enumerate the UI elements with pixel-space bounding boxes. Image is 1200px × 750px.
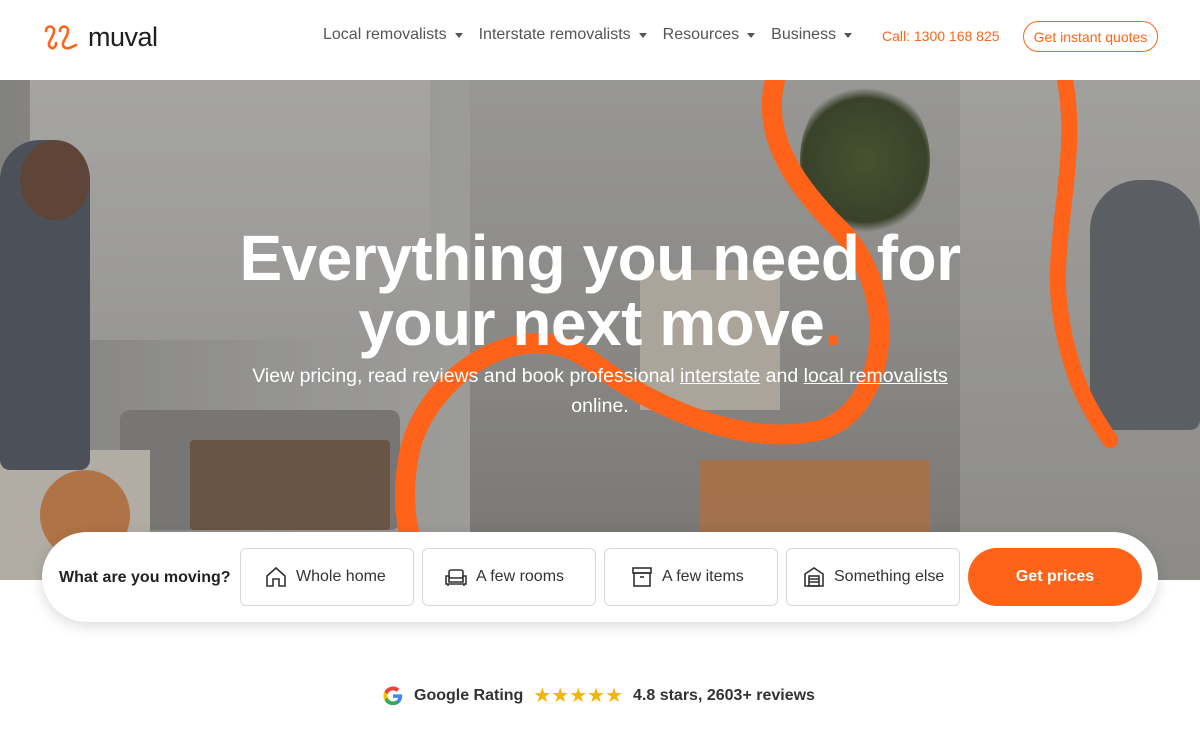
google-rating-label: Google Rating	[414, 687, 524, 704]
star-icon: ★	[569, 685, 588, 707]
nav-resources[interactable]: Resources	[662, 26, 756, 44]
nav-local-removalists[interactable]: Local removalists	[323, 26, 463, 44]
logo-text: muval	[88, 22, 158, 52]
chevron-down-icon	[747, 32, 756, 38]
option-whole-home-label: Whole home	[296, 568, 386, 585]
option-a-few-items[interactable]: A few items	[604, 548, 778, 606]
call-phone-link[interactable]: Call: 1300 168 825	[882, 28, 1000, 44]
rating-summary: 4.8 stars, 2603+ reviews	[633, 687, 815, 704]
nav-resources-label: Resources	[662, 26, 740, 43]
nav-business[interactable]: Business	[771, 26, 853, 44]
chevron-down-icon	[638, 32, 647, 38]
hero-section: Everything you need for your next move. …	[0, 80, 1200, 580]
hero-subtitle-text: and	[760, 365, 804, 387]
nav-interstate-removalists[interactable]: Interstate removalists	[479, 26, 647, 44]
hero-title-line-1: Everything you need for	[239, 222, 961, 294]
hero-subtitle-text: online.	[571, 395, 629, 417]
option-a-few-rooms[interactable]: A few rooms	[422, 548, 596, 606]
star-icon: ★	[605, 685, 624, 707]
chevron-down-icon	[844, 32, 853, 38]
option-something-else-label: Something else	[834, 568, 945, 585]
chevron-down-icon	[454, 32, 463, 38]
star-icon: ★	[533, 685, 552, 707]
storage-icon	[804, 567, 824, 587]
interstate-link[interactable]: interstate	[680, 365, 760, 387]
star-icon: ★	[587, 685, 606, 707]
moving-type-selector: What are you moving? Whole home A few ro…	[42, 532, 1158, 622]
google-rating: Google Rating ★ ★ ★ ★ ★ 4.8 stars, 2603+…	[382, 684, 815, 708]
get-prices-button[interactable]: Get prices	[968, 548, 1142, 606]
star-rating: ★ ★ ★ ★ ★	[533, 686, 623, 706]
nav-interstate-removalists-label: Interstate removalists	[478, 26, 631, 43]
muval-logo[interactable]: muval	[42, 22, 158, 53]
nav-business-label: Business	[771, 26, 837, 43]
box-icon	[632, 567, 652, 587]
house-icon	[266, 566, 286, 587]
local-removalists-link[interactable]: local removalists	[804, 365, 948, 387]
option-a-few-rooms-label: A few rooms	[476, 568, 565, 585]
sofa-icon	[445, 569, 467, 586]
google-logo-icon	[383, 686, 403, 706]
hero-title-dot: .	[824, 287, 842, 359]
nav-local-removalists-label: Local removalists	[323, 26, 447, 43]
hero-title: Everything you need for your next move.	[0, 226, 1200, 356]
option-a-few-items-label: A few items	[662, 568, 744, 585]
moving-question-label: What are you moving?	[59, 569, 231, 586]
hero-title-line-2: your next move	[358, 287, 825, 359]
hero-subtitle: View pricing, read reviews and book prof…	[230, 361, 970, 421]
main-nav: Local removalists Interstate removalists…	[323, 26, 868, 44]
get-instant-quotes-button[interactable]: Get instant quotes	[1023, 21, 1158, 52]
hero-subtitle-text: View pricing, read reviews and book prof…	[252, 365, 681, 387]
option-something-else[interactable]: Something else	[786, 548, 960, 606]
option-whole-home[interactable]: Whole home	[240, 548, 414, 606]
muval-logo-icon	[44, 24, 78, 50]
site-header: muval Local removalists Interstate remov…	[0, 0, 1200, 80]
star-icon: ★	[551, 685, 570, 707]
